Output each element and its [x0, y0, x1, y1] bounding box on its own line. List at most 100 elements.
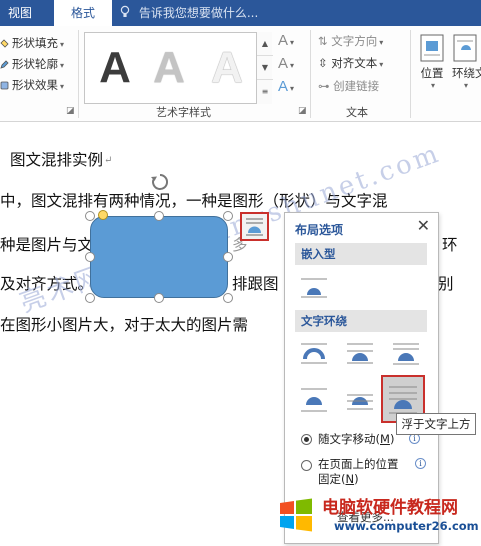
scroll-up-icon[interactable]: ▲ — [257, 32, 273, 56]
paragraph-mark-icon: ↵ — [104, 155, 113, 166]
pen-outline-icon — [0, 60, 9, 69]
wrap-text-icon — [453, 34, 477, 62]
align-text-label: 对齐文本 — [331, 56, 378, 70]
create-link-label: 创建链接 — [333, 79, 380, 93]
fix-position-key: N — [345, 472, 355, 486]
doc-fragment: 环 — [442, 236, 458, 254]
wrap-option-tooltip: 浮于文字上方 — [396, 413, 476, 435]
doc-line: 种是图片与文 — [0, 236, 94, 254]
chevron-down-icon: ▾ — [60, 40, 65, 49]
adjust-handle[interactable] — [98, 210, 108, 220]
group-separator — [310, 30, 311, 118]
resize-handle-s[interactable] — [154, 293, 164, 303]
move-with-text-radio[interactable] — [301, 434, 312, 445]
through-wrap-icon — [393, 343, 419, 365]
doc-fragment: 别 — [438, 275, 454, 293]
close-icon[interactable]: ✕ — [417, 216, 430, 235]
wordart-sample-3[interactable]: A — [201, 37, 253, 99]
text-direction-label: 文字方向 — [331, 34, 378, 48]
position-label: 位置 — [420, 66, 444, 80]
behind-text-wrap-icon — [347, 394, 373, 410]
info-icon[interactable]: i — [415, 458, 426, 469]
tell-me-placeholder: 告诉我您想要做什么... — [138, 6, 259, 20]
group-separator — [410, 30, 411, 118]
shape-fill-button[interactable]: 形状填充 ▾ — [0, 34, 64, 52]
text-fill-label: A — [278, 32, 289, 49]
square-wrap-icon — [301, 343, 327, 364]
scroll-down-icon[interactable]: ▼ — [257, 56, 273, 80]
tight-wrap-icon — [347, 343, 373, 364]
top-bottom-wrap-icon — [301, 388, 327, 412]
paint-bucket-icon — [0, 39, 9, 48]
fix-position-text-2: 固定( — [318, 472, 346, 486]
doc-heading: 图文混排实例↵ — [10, 148, 112, 170]
layout-panel-title: 布局选项 — [295, 223, 344, 237]
tell-me-box[interactable]: 告诉我您想要做什么... — [120, 0, 258, 26]
resize-handle-sw[interactable] — [85, 293, 95, 303]
chevron-down-icon: ▾ — [290, 84, 295, 93]
site-url: www.computer26.com — [334, 519, 479, 533]
resize-handle-ne[interactable] — [223, 211, 233, 221]
wrap-section-header: 文字环绕 — [295, 310, 427, 332]
wrap-option-tight[interactable] — [343, 339, 377, 369]
wordart-gallery-scroll: ▲ ▼ ≡ — [256, 32, 273, 104]
wordart-sample-2[interactable]: A — [143, 37, 195, 99]
wordart-group-label: 艺术字样式 — [156, 106, 211, 119]
chevron-down-icon: ▾ — [464, 81, 469, 90]
text-direction-button[interactable]: ⇅ 文字方向 ▾ — [318, 32, 383, 50]
inline-wrap-icon — [301, 278, 327, 298]
wrap-option-square[interactable] — [297, 339, 331, 369]
wrap-text-label: 环绕文 — [452, 66, 481, 80]
site-name: 电脑软硬件教程网 — [322, 498, 458, 518]
dialog-launcher-icon[interactable]: ◪ — [66, 106, 75, 116]
chevron-down-icon: ▾ — [379, 38, 384, 47]
dialog-launcher-icon[interactable]: ◪ — [298, 106, 307, 116]
wrap-option-top-bottom[interactable] — [297, 385, 331, 415]
text-direction-icon: ⇅ — [318, 34, 332, 48]
text-effects-button[interactable]: A ▾ — [278, 78, 294, 95]
move-with-text-key: M — [380, 432, 390, 446]
fix-position-radio[interactable] — [301, 460, 312, 471]
rounded-rectangle-shape[interactable] — [90, 216, 228, 298]
fix-position-text-1: 在页面上的位置 — [318, 457, 399, 471]
chevron-down-icon: ▾ — [290, 38, 295, 47]
lightbulb-icon — [120, 5, 130, 17]
doc-fragment: 排跟图 — [232, 275, 279, 293]
resize-handle-w[interactable] — [85, 252, 95, 262]
layout-options-icon — [246, 218, 263, 236]
tab-view[interactable]: 视图 — [0, 0, 40, 26]
wrap-option-behind-text[interactable] — [343, 385, 377, 415]
move-with-text-label: 随文字移动(M) — [318, 432, 395, 446]
text-group-label: 文本 — [346, 106, 368, 119]
create-link-button[interactable]: ⊶ 创建链接 — [318, 77, 379, 95]
position-button[interactable]: 位置 ▾ — [416, 34, 448, 90]
site-logo: 电脑软硬件教程网 www.computer26.com — [272, 491, 481, 546]
rotate-handle-icon[interactable] — [150, 172, 170, 192]
shape-outline-button[interactable]: 形状轮廓 ▾ — [0, 55, 64, 73]
resize-handle-n[interactable] — [154, 211, 164, 221]
wordart-sample-1[interactable]: A — [89, 37, 141, 99]
chevron-down-icon: ▾ — [430, 81, 435, 90]
resize-handle-se[interactable] — [223, 293, 233, 303]
text-fill-button[interactable]: A ▾ — [278, 32, 294, 49]
shape-effect-icon — [0, 81, 9, 90]
more-gallery-icon[interactable]: ≡ — [257, 80, 273, 104]
tab-format[interactable]: 格式 — [54, 0, 112, 26]
wrap-option-through[interactable] — [389, 339, 423, 369]
wordart-gallery: A A A — [84, 32, 272, 104]
doc-line-text: 在图形小图片大，对于太大的图片需 — [0, 316, 249, 334]
shape-effects-label: 形状效果 — [12, 78, 58, 92]
link-icon: ⊶ — [318, 79, 334, 93]
chevron-down-icon: ▾ — [290, 61, 295, 70]
text-effects-label: A — [278, 78, 289, 95]
layout-options-button[interactable] — [240, 212, 269, 241]
text-outline-button[interactable]: A ▾ — [278, 55, 294, 72]
resize-handle-e[interactable] — [223, 252, 233, 262]
shape-effects-button[interactable]: 形状效果 ▾ — [0, 76, 64, 94]
align-text-button[interactable]: ⇳ 对齐文本 ▾ — [318, 54, 383, 72]
wrap-option-inline[interactable] — [297, 273, 331, 303]
move-with-text-text: 随文字移动( — [318, 432, 380, 446]
shape-outline-label: 形状轮廓 — [12, 57, 58, 71]
resize-handle-nw[interactable] — [85, 211, 95, 221]
wrap-text-button[interactable]: 环绕文 ▾ — [452, 34, 481, 90]
